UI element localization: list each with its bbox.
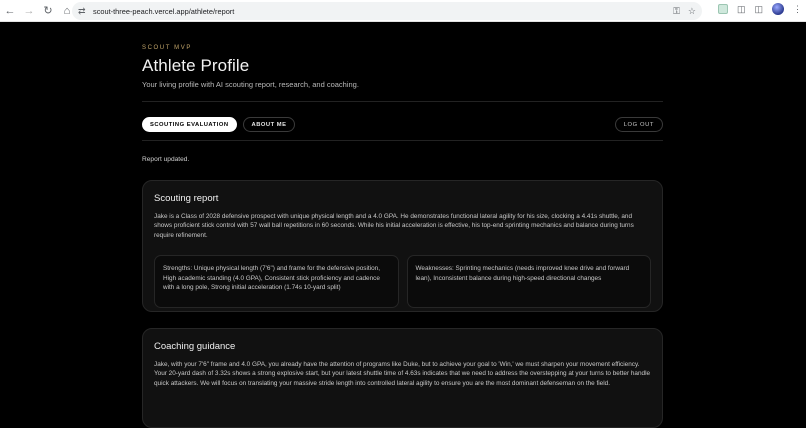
weaknesses-card: Weaknesses: Sprinting mechanics (needs i… (406, 255, 651, 309)
coaching-guidance-card: Coaching guidance Jake, with your 7'6" f… (142, 328, 663, 428)
browser-toolbar: ← → ↻ ⌂ ⇄ scout-three-peach.vercel.app/a… (0, 0, 806, 22)
split-view-icon[interactable]: ◫ (754, 4, 763, 15)
profile-avatar[interactable] (772, 3, 784, 15)
address-bar[interactable]: ⇄ scout-three-peach.vercel.app/athlete/r… (72, 2, 702, 20)
scouting-report-summary: Jake is a Class of 2028 defensive prospe… (154, 213, 634, 239)
forward-arrow-icon[interactable]: → (21, 3, 37, 19)
nav-buttons: ← → ↻ ⌂ (0, 3, 75, 19)
tab-bar: SCOUTING EVALUATION ABOUT ME (142, 117, 296, 132)
tab-about-me[interactable]: ABOUT ME (242, 117, 296, 132)
divider-tabs (142, 140, 663, 141)
tab-scouting-evaluation[interactable]: SCOUTING EVALUATION (142, 117, 237, 132)
menu-kebab-icon[interactable]: ⋮ (793, 4, 802, 15)
site-settings-icon[interactable]: ⇄ (78, 6, 90, 17)
reload-icon[interactable]: ↻ (40, 3, 56, 19)
page: SCOUT MVP Athlete Profile Your living pr… (0, 22, 806, 428)
back-arrow-icon[interactable]: ← (2, 3, 18, 19)
password-key-icon[interactable]: ⚿ (673, 6, 680, 17)
url-text[interactable]: scout-three-peach.vercel.app/athlete/rep… (93, 7, 234, 16)
logout-button[interactable]: LOG OUT (614, 117, 663, 132)
bookmark-star-icon[interactable]: ☆ (688, 6, 696, 17)
puzzle-extensions-icon[interactable]: ◫ (737, 4, 746, 15)
scouting-report-card: Scouting report Jake is a Class of 2028 … (142, 180, 663, 312)
eyebrow-label: SCOUT MVP (142, 45, 192, 51)
strengths-card: Strengths: Unique physical length (7'6")… (154, 255, 399, 309)
coaching-guidance-body: Jake, with your 7'6" frame and 4.0 GPA, … (154, 361, 651, 387)
extension-icon[interactable] (717, 4, 728, 14)
coaching-guidance-heading: Coaching guidance (154, 341, 236, 352)
status-message: Report updated. (142, 156, 190, 163)
page-title: Athlete Profile (142, 56, 250, 75)
divider-top (142, 101, 663, 102)
strengths-weaknesses-grid: Strengths: Unique physical length (7'6")… (154, 255, 651, 309)
scouting-report-heading: Scouting report (154, 193, 219, 204)
page-subtitle: Your living profile with AI scouting rep… (142, 80, 359, 89)
